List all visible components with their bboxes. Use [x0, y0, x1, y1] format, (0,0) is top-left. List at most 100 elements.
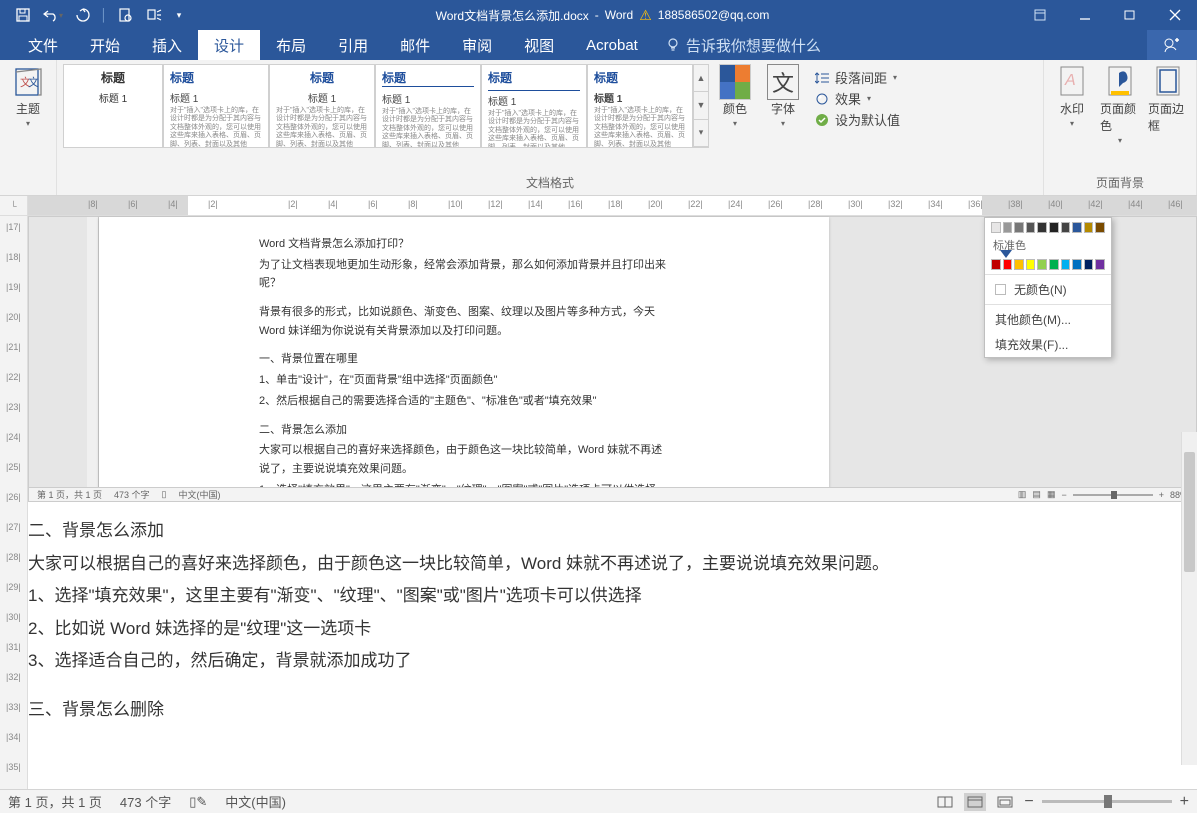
effects-button[interactable]: 效果▾ — [815, 89, 900, 108]
color-swatch[interactable] — [1061, 259, 1071, 270]
page-borders-icon — [1152, 66, 1184, 98]
no-color-item[interactable]: 无颜色(N) — [985, 277, 1111, 302]
ruler-mark: |6| — [128, 199, 138, 209]
tab-view[interactable]: 视图 — [508, 30, 570, 60]
fill-effects-item[interactable]: 填充效果(F)... — [985, 332, 1111, 357]
save-button[interactable] — [8, 0, 38, 30]
color-swatch[interactable] — [1072, 222, 1082, 233]
minimize-button[interactable] — [1062, 0, 1107, 30]
status-proofing-icon[interactable]: ▯✎ — [189, 794, 207, 810]
maximize-button[interactable] — [1107, 0, 1152, 30]
color-swatch[interactable] — [1061, 222, 1071, 233]
gallery-more-button[interactable]: ▾ — [694, 120, 708, 147]
fonts-button[interactable]: 文 字体 ▾ — [761, 64, 805, 130]
paragraph-spacing-button[interactable]: 段落间距▾ — [815, 68, 900, 87]
color-swatch[interactable] — [1003, 222, 1013, 233]
redo-button[interactable] — [68, 0, 98, 30]
zoom-slider[interactable] — [1042, 800, 1172, 803]
theme-color-row — [985, 218, 1111, 235]
tab-insert[interactable]: 插入 — [136, 30, 198, 60]
color-swatch[interactable] — [1026, 222, 1036, 233]
page-color-dropdown[interactable]: 标准色 无颜色(N) 其他颜色(M)... 填充效果(F)... — [984, 217, 1112, 358]
tab-layout[interactable]: 布局 — [260, 30, 322, 60]
zoom-out-button[interactable]: − — [1024, 793, 1033, 811]
touch-mode-button[interactable] — [140, 0, 170, 30]
colors-button[interactable]: 颜色 ▾ — [713, 64, 757, 130]
color-swatch[interactable] — [1049, 222, 1059, 233]
tab-references[interactable]: 引用 — [322, 30, 384, 60]
style-set-item[interactable]: 标题 标题 1 对于"插入"选项卡上的库，在设计时都是为分配于其内容与文档整体外… — [481, 64, 587, 148]
color-swatch[interactable] — [1095, 259, 1105, 270]
color-swatch[interactable] — [1026, 259, 1036, 270]
ruler-mark: |24| — [728, 199, 743, 209]
print-preview-button[interactable] — [110, 0, 140, 30]
quick-access-toolbar: ▾ │ ▾ — [0, 0, 188, 30]
style-set-item[interactable]: 标题 标题 1 对于"插入"选项卡上的库，在设计时都是为分配于其内容与文档整体外… — [163, 64, 269, 148]
status-language[interactable]: 中文(中国) — [225, 792, 286, 811]
vertical-ruler[interactable]: |17||18||19||20||21||22||23||24||25||26|… — [0, 216, 28, 789]
color-swatch[interactable] — [991, 222, 1001, 233]
tab-design[interactable]: 设计 — [198, 30, 260, 60]
vruler-mark: |21| — [6, 342, 21, 352]
tab-mailings[interactable]: 邮件 — [384, 30, 446, 60]
read-mode-button[interactable] — [934, 793, 956, 811]
watermark-button[interactable]: A 水印▾ — [1050, 64, 1094, 130]
tab-acrobat[interactable]: Acrobat — [570, 30, 654, 60]
tab-file[interactable]: 文件 — [12, 30, 74, 60]
ribbon-display-button[interactable] — [1017, 0, 1062, 30]
ruler-mark: |42| — [1088, 199, 1103, 209]
style-set-item[interactable]: 标题 标题 1 对于"插入"选项卡上的库，在设计时都是为分配于其内容与文档整体外… — [269, 64, 375, 148]
vruler-mark: |33| — [6, 702, 21, 712]
tab-home[interactable]: 开始 — [74, 30, 136, 60]
web-layout-button[interactable] — [994, 793, 1016, 811]
tell-me-search[interactable]: 告诉我你想要做什么 — [654, 30, 833, 60]
status-word-count[interactable]: 473 个字 — [120, 792, 171, 811]
page-color-button[interactable]: 页面颜色▾ — [1098, 64, 1142, 147]
qat-customize-button[interactable]: ▾ — [170, 0, 188, 30]
style-set-gallery[interactable]: 标题 标题 1 标题 标题 1 对于"插入"选项卡上的库，在设计时都是为分配于其… — [63, 64, 709, 148]
color-swatch[interactable] — [1084, 222, 1094, 233]
gallery-down-button[interactable]: ▼ — [694, 92, 708, 119]
title-bar: ▾ │ ▾ Word文档背景怎么添加.docx - Word ⚠ 1885865… — [0, 0, 1197, 30]
page-canvas[interactable]: Word 文档背景怎么添加打印？ 为了让文档表现地更加生动形象，经常会添加背景，… — [28, 216, 1197, 789]
status-page[interactable]: 第 1 页，共 1 页 — [8, 792, 102, 811]
color-swatch[interactable] — [1072, 259, 1082, 270]
vertical-scrollbar[interactable] — [1181, 432, 1197, 765]
color-swatch[interactable] — [1014, 222, 1024, 233]
document-body[interactable]: 二、背景怎么添加 大家可以根据自己的喜好来选择颜色，由于颜色这一块比较简单，Wo… — [28, 516, 1177, 728]
tab-review[interactable]: 审阅 — [446, 30, 508, 60]
ruler-mark: |2| — [288, 199, 298, 209]
gallery-up-button[interactable]: ▲ — [694, 65, 708, 92]
themes-button[interactable]: 文文 主题 ▾ — [6, 64, 50, 130]
more-colors-item[interactable]: 其他颜色(M)... — [985, 307, 1111, 332]
print-layout-button[interactable] — [964, 793, 986, 811]
inner-status-bar: 第 1 页，共 1 页 473 个字 ▯ 中文(中国) ▥▤▦ −+ 88% — [29, 487, 1196, 501]
style-set-item[interactable]: 标题 标题 1 对于"插入"选项卡上的库，在设计时都是为分配于其内容与文档整体外… — [375, 64, 481, 148]
color-swatch[interactable] — [1014, 259, 1024, 270]
lightbulb-icon — [666, 38, 680, 52]
close-button[interactable] — [1152, 0, 1197, 30]
group-doc-formatting: 文档格式 — [63, 172, 1037, 193]
horizontal-ruler[interactable]: └ |8||6||4||2| |2||4||6||8||10||12||14||… — [0, 196, 1197, 216]
ruler-mark: |34| — [928, 199, 943, 209]
vruler-mark: |34| — [6, 732, 21, 742]
color-swatch[interactable] — [1037, 222, 1047, 233]
undo-button[interactable]: ▾ — [38, 0, 68, 30]
scrollbar-thumb[interactable] — [1184, 452, 1195, 572]
color-swatch[interactable] — [1003, 259, 1013, 270]
color-swatch[interactable] — [1084, 259, 1094, 270]
color-swatch[interactable] — [1095, 222, 1105, 233]
color-swatch[interactable] — [1037, 259, 1047, 270]
share-button[interactable] — [1147, 30, 1197, 60]
zoom-in-button[interactable]: + — [1180, 793, 1189, 811]
set-default-button[interactable]: 设为默认值 — [815, 110, 900, 129]
vruler-mark: |19| — [6, 282, 21, 292]
embedded-screenshot: Word 文档背景怎么添加打印？ 为了让文档表现地更加生动形象，经常会添加背景，… — [28, 216, 1197, 502]
style-set-item[interactable]: 标题 标题 1 — [63, 64, 163, 148]
zoom-thumb[interactable] — [1104, 795, 1112, 808]
page-borders-button[interactable]: 页面边框 — [1146, 64, 1190, 136]
style-set-item[interactable]: 标题 标题 1 对于"插入"选项卡上的库，在设计时都是为分配于其内容与文档整体外… — [587, 64, 693, 148]
tell-me-text: 告诉我你想要做什么 — [686, 35, 821, 56]
color-swatch[interactable] — [1049, 259, 1059, 270]
color-swatch[interactable] — [991, 259, 1001, 270]
